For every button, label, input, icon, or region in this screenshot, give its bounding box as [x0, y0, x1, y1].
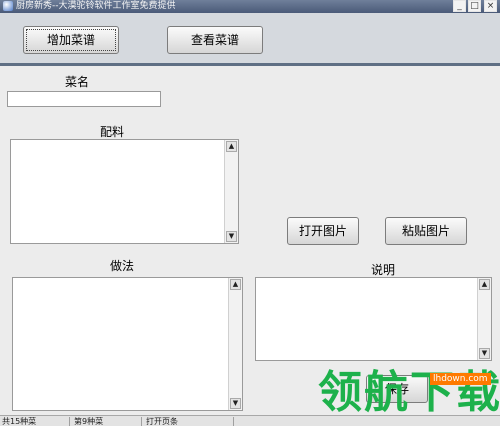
dish-name-input[interactable] [7, 91, 161, 107]
close-button[interactable]: × [484, 0, 497, 12]
title-bar: 厨房新秀--大漠驼铃软件工作室免费提供 _ □ × [0, 0, 500, 13]
scroll-up-icon[interactable]: ▲ [479, 279, 490, 290]
description-textarea[interactable]: ▲ ▼ [255, 277, 492, 361]
dish-name-label: 菜名 [65, 75, 90, 89]
add-recipe-label: 增加菜谱 [46, 33, 95, 47]
open-image-label: 打开图片 [298, 224, 347, 238]
add-recipe-button[interactable]: 增加菜谱 [23, 26, 119, 54]
scroll-down-icon[interactable]: ▼ [226, 231, 237, 242]
ingredients-label: 配料 [100, 125, 125, 139]
paste-image-button[interactable]: 粘贴图片 [385, 217, 467, 245]
paste-image-label: 粘贴图片 [401, 224, 450, 238]
watermark-url: lhdown.com [430, 373, 491, 385]
description-label: 说明 [371, 263, 396, 277]
view-recipe-button[interactable]: 查看菜谱 [167, 26, 263, 54]
app-icon [3, 1, 13, 11]
method-scrollbar[interactable]: ▲ ▼ [228, 278, 242, 410]
status-bar: 共15种菜 第9种菜 打开页条 [0, 415, 500, 426]
toolbar: 增加菜谱 查看菜谱 [0, 13, 500, 66]
minimize-button[interactable]: _ [453, 0, 466, 12]
ingredients-textarea[interactable]: ▲ ▼ [10, 139, 239, 244]
description-scrollbar[interactable]: ▲ ▼ [477, 278, 491, 360]
method-textarea[interactable]: ▲ ▼ [12, 277, 243, 411]
ingredients-scrollbar[interactable]: ▲ ▼ [224, 140, 238, 243]
scroll-down-icon[interactable]: ▼ [230, 398, 241, 409]
maximize-button[interactable]: □ [468, 0, 481, 12]
scroll-up-icon[interactable]: ▲ [230, 279, 241, 290]
scroll-down-icon[interactable]: ▼ [479, 348, 490, 359]
scroll-up-icon[interactable]: ▲ [226, 141, 237, 152]
open-image-button[interactable]: 打开图片 [287, 217, 359, 245]
window-title: 厨房新秀--大漠驼铃软件工作室免费提供 [16, 1, 176, 11]
view-recipe-label: 查看菜谱 [190, 33, 239, 47]
method-label: 做法 [110, 259, 135, 273]
